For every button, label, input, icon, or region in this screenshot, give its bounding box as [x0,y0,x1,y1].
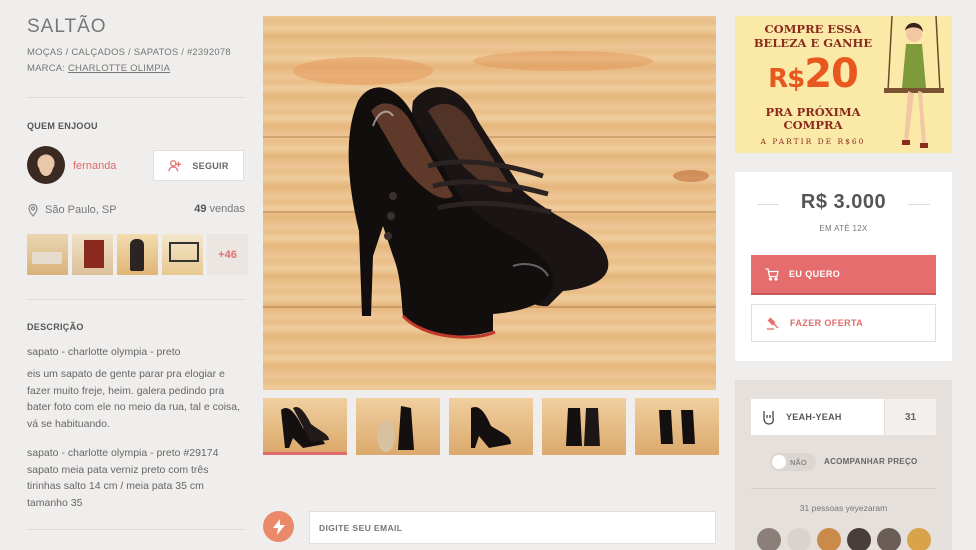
promo-line2: PRA PRÓXIMA COMPRA [765,105,861,132]
rock-hand-icon [763,411,774,425]
cart-icon [765,267,779,281]
product-title: SALTÃO [27,16,107,37]
promo-value: 20 [804,51,859,97]
promo-currency: R$ [768,64,805,94]
promo-line1: COMPRE ESSA BELEZA E GANHE [753,22,873,50]
installments: EM ATÉ 12X [819,224,868,233]
avatar[interactable] [817,528,841,550]
lightning-icon [263,511,294,542]
divider [27,529,245,530]
divider [27,97,245,98]
gavel-icon [767,317,779,330]
pinup-illustration [884,16,944,148]
social-box: YEAH-YEAH 31 NÃO ACOMPANHAR PREÇO 31 pes… [735,380,952,550]
buy-button[interactable]: EU QUERO [751,255,936,293]
offer-button[interactable]: FAZER OFERTA [751,304,936,342]
yeyeh-avatars [757,528,931,550]
gallery-thumb[interactable] [635,398,719,455]
avatar[interactable] [787,528,811,550]
promo-banner[interactable]: COMPRE ESSA BELEZA E GANHE R$20 PRA PRÓX… [735,16,952,153]
seller-item-thumb[interactable] [27,234,68,275]
map-pin-icon [28,203,38,217]
yeah-label: YEAH-YEAH [786,412,842,422]
avatar[interactable] [847,528,871,550]
follow-button[interactable]: SEGUIR [153,150,244,181]
toggle-state: NÃO [790,457,807,467]
yeah-button[interactable]: YEAH-YEAH [751,399,884,435]
more-items-link[interactable]: +46 [207,234,248,275]
price-rule-right [908,204,930,205]
gallery-thumb[interactable] [449,398,533,455]
seller-section-title: QUEM ENJOOU [27,121,98,131]
gallery-thumbnails [263,398,719,455]
toggle-knob [772,455,786,469]
brand-label: MARCA: [27,63,66,74]
description-subtitle: sapato - charlotte olympia - preto [27,346,181,358]
avatar[interactable] [877,528,901,550]
product-main-image[interactable] [263,16,716,390]
follow-label: SEGUIR [192,160,229,171]
purchase-box: R$ 3.000 EM ATÉ 12X EU QUERO FAZER OFERT… [735,172,952,361]
offer-label: FAZER OFERTA [790,318,864,328]
add-user-icon [168,159,182,171]
divider [27,299,245,300]
promo-line3: A PARTIR DE R$60 [760,137,866,146]
buy-label: EU QUERO [789,269,841,279]
seller-item-thumb[interactable] [162,234,203,275]
seller-name-link[interactable]: fernanda [73,160,116,172]
seller-location: São Paulo, SP [27,203,117,217]
seller-item-thumb[interactable] [117,234,158,275]
gallery-thumb[interactable] [263,398,347,455]
promo-amount: R$20 [743,50,883,103]
avatar[interactable] [757,528,781,550]
yeyeh-count-text: 31 pessoas yeyezaram [799,503,888,513]
breadcrumb[interactable]: MOÇAS / CALÇADOS / SAPATOS / #2392078 [27,47,231,58]
email-input[interactable] [309,511,716,544]
description-section-title: DESCRIÇÃO [27,322,84,332]
divider [751,488,936,489]
sales-number: 49 [194,203,207,215]
yeah-count: 31 [884,399,936,435]
seller-items: +46 [27,234,248,275]
seller-item-thumb[interactable] [72,234,113,275]
gallery-thumb[interactable] [356,398,440,455]
description-body: eis um sapato de gente parar pra elogiar… [27,368,241,430]
gallery-thumb[interactable] [542,398,626,455]
avatar[interactable] [907,528,931,550]
price: R$ 3.000 [800,191,887,213]
track-price-toggle[interactable]: NÃO [770,453,816,471]
description-details: sapato - charlotte olympia - preto #2917… [27,447,219,509]
sales-count: 49 vendas [194,203,245,215]
sales-label: vendas [209,203,245,215]
location-text: São Paulo, SP [45,204,117,216]
shoe-photo [293,51,709,339]
brand-link[interactable]: CHARLOTTE OLIMPIA [68,63,170,74]
brand-line: MARCA: CHARLOTTE OLIMPIA [27,63,170,74]
seller-avatar[interactable] [27,146,65,184]
track-price-label: ACOMPANHAR PREÇO [824,457,918,466]
